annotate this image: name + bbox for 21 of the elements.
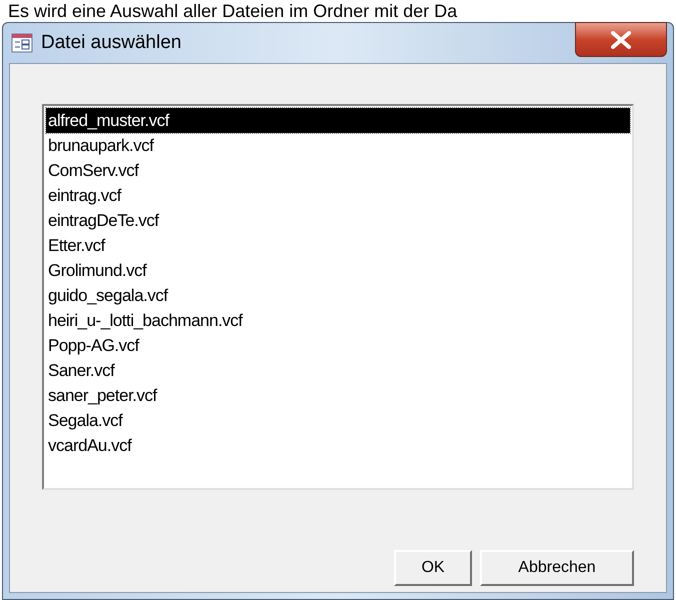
file-item[interactable]: Saner.vcf (46, 358, 630, 383)
window-title: Datei auswählen (41, 30, 182, 55)
file-item[interactable]: Etter.vcf (46, 233, 630, 258)
file-item[interactable]: heiri_u-_lotti_bachmann.vcf (46, 308, 630, 333)
file-item[interactable]: alfred_muster.vcf (46, 108, 630, 133)
form-icon (11, 33, 33, 53)
file-item[interactable]: Popp-AG.vcf (46, 333, 630, 358)
file-item[interactable]: guido_segala.vcf (46, 283, 630, 308)
document-text: Es wird eine Auswahl aller Dateien im Ordner mit der Da (8, 1, 458, 21)
file-item[interactable]: Grolimund.vcf (46, 258, 630, 283)
ok-button[interactable]: OK (394, 550, 472, 586)
close-button[interactable] (575, 22, 667, 57)
file-item[interactable]: saner_peter.vcf (46, 383, 630, 408)
cancel-button[interactable]: Abbrechen (480, 550, 634, 586)
file-item[interactable]: brunaupark.vcf (46, 133, 630, 158)
close-icon (610, 30, 632, 48)
file-item[interactable]: Segala.vcf (46, 408, 630, 433)
file-item[interactable]: ComServ.vcf (46, 158, 630, 183)
file-item[interactable]: eintragDeTe.vcf (46, 208, 630, 233)
file-item[interactable]: eintrag.vcf (46, 183, 630, 208)
file-item[interactable]: vcardAu.vcf (46, 433, 630, 458)
